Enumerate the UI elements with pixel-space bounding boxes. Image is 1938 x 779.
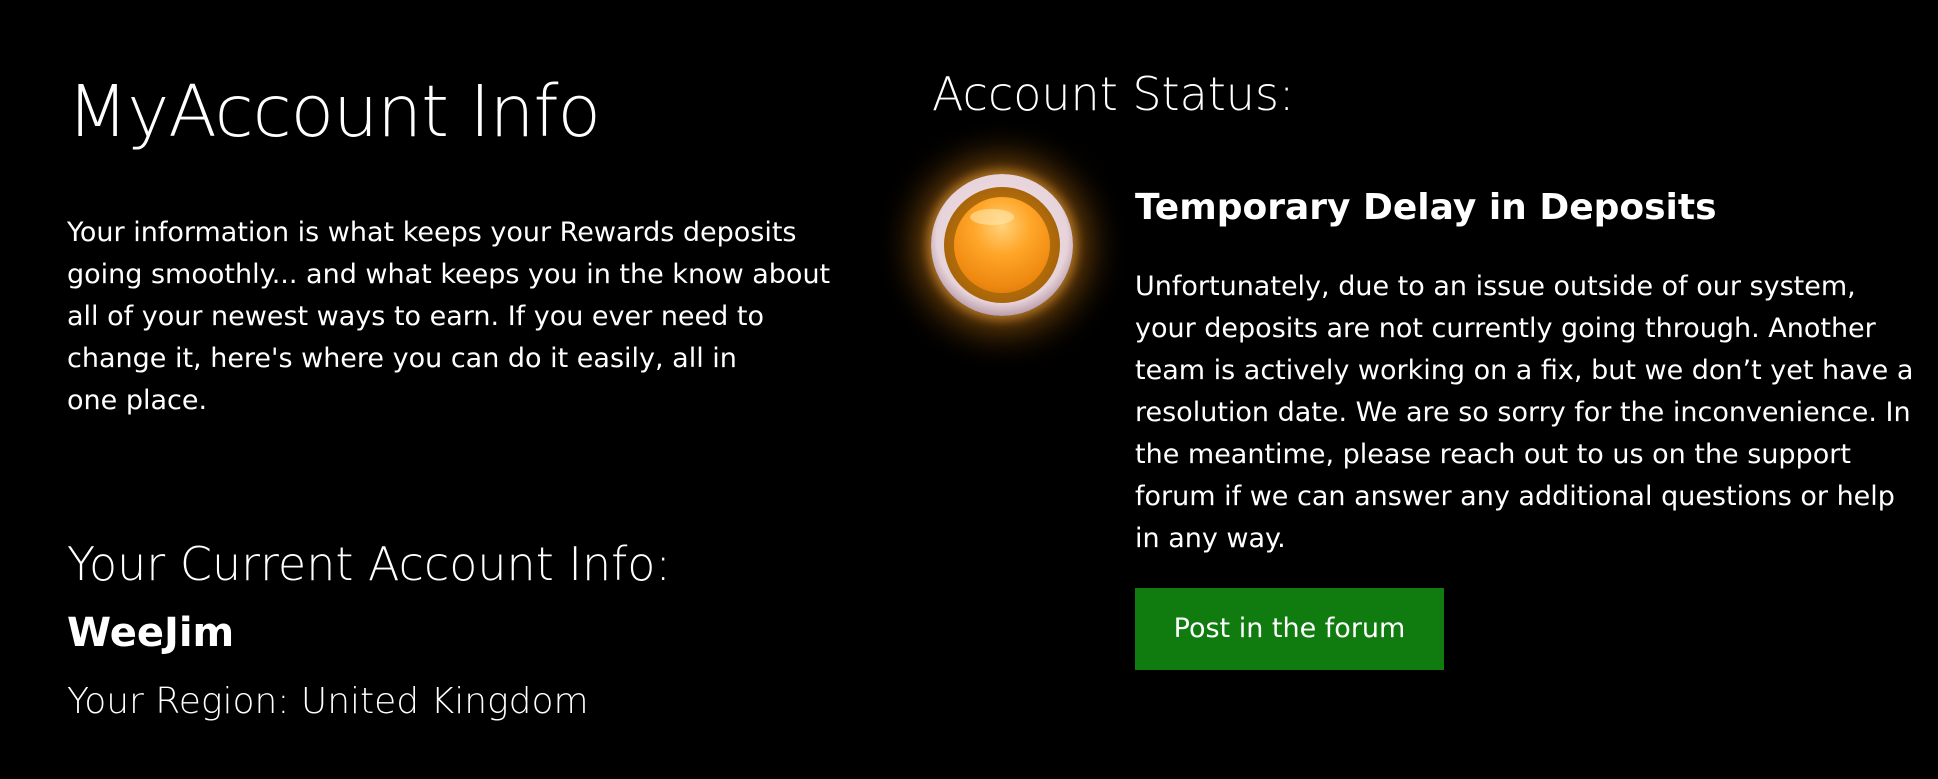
status-message-title: Temporary Delay in Deposits <box>1135 187 1717 228</box>
post-in-forum-button[interactable]: Post in the forum <box>1135 588 1444 670</box>
account-page: MyAccount Info Your information is what … <box>0 0 1938 779</box>
account-status-heading: Account Status: <box>932 67 1295 121</box>
orange-status-light-icon <box>931 174 1073 316</box>
page-title: MyAccount Info <box>67 70 601 153</box>
intro-line: Your information is what keeps your Rewa… <box>67 217 797 248</box>
status-body-line: Unfortunately, due to an issue outside o… <box>1135 271 1856 302</box>
status-message-body: Unfortunately, due to an issue outside o… <box>1135 266 1925 560</box>
intro-line: all of your newest ways to earn. If you … <box>67 301 764 332</box>
username: WeeJim <box>67 610 235 656</box>
intro-line: one place. <box>67 385 208 416</box>
region-label: Your Region: United Kingdom <box>67 681 589 722</box>
status-body-line: forum if we can answer any additional qu… <box>1135 481 1895 512</box>
status-body-line: the meantime, please reach out to us on … <box>1135 439 1851 470</box>
status-body-line: team is actively working on a fix, but w… <box>1135 355 1914 386</box>
intro-text: Your information is what keeps your Rewa… <box>67 212 837 422</box>
status-body-line: resolution date. We are so sorry for the… <box>1135 397 1911 428</box>
intro-line: going smoothly... and what keeps you in … <box>67 259 831 290</box>
status-light-shine <box>970 209 1014 225</box>
status-body-line: your deposits are not currently going th… <box>1135 313 1876 344</box>
status-light-ring <box>944 187 1060 303</box>
status-body-line: in any way. <box>1135 523 1286 554</box>
intro-line: change it, here's where you can do it ea… <box>67 343 737 374</box>
current-account-info-heading: Your Current Account Info: <box>67 537 671 591</box>
